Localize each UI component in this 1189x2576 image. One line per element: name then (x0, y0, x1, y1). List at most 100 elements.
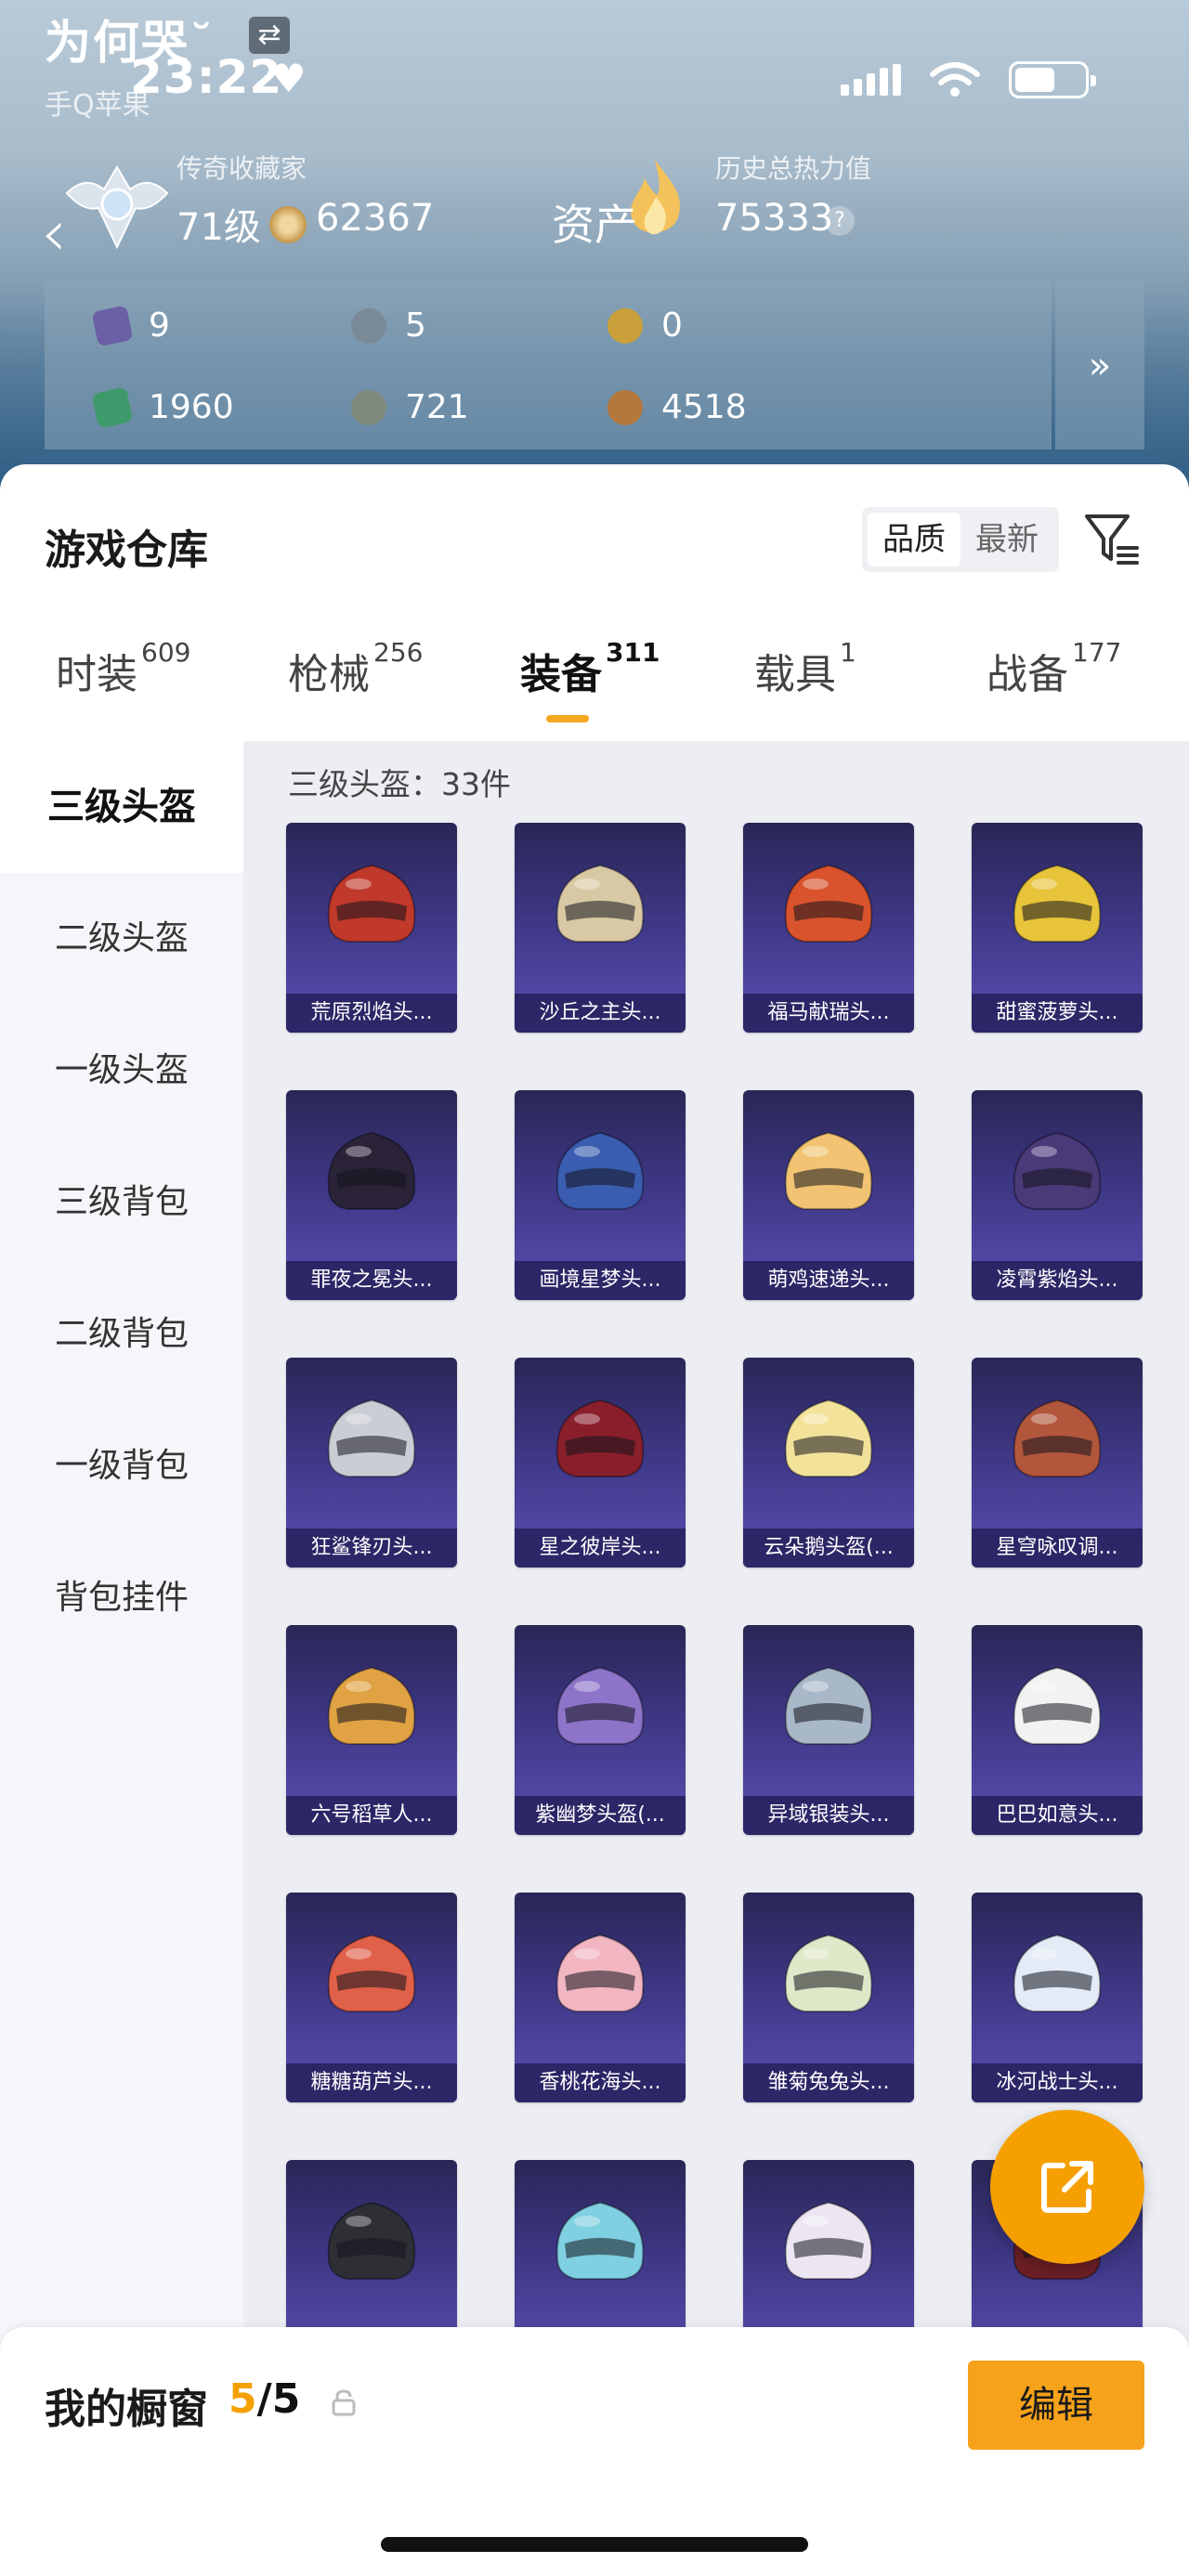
helmet-icon (555, 1933, 645, 2012)
helmet-item-name: 罪夜之冕头... (286, 1261, 457, 1300)
switch-account-icon[interactable]: ⇄ (249, 17, 290, 54)
side-item-level2-helmet[interactable]: 二级头盔 (0, 873, 243, 1005)
helmet-icon (555, 1666, 645, 1745)
helmet-item-card[interactable]: 六号稻草人... (286, 1625, 457, 1835)
power-value: 75333 (715, 197, 834, 240)
helmet-item-name: 六号稻草人... (286, 1796, 457, 1835)
tab-vehicles[interactable]: 载具 1 (754, 637, 856, 700)
tab-label: 战备 (986, 651, 1068, 698)
collection-points: 62367 (316, 197, 435, 240)
currency-item: 5 (351, 306, 426, 345)
side-item-level2-backpack[interactable]: 二级背包 (0, 1268, 243, 1400)
helmet-item-card[interactable]: 糖糖葫芦头... (286, 1893, 457, 2102)
tab-count: 311 (606, 637, 660, 668)
helmet-item-card[interactable]: 香桃花海头... (515, 1893, 686, 2102)
currency-item: 721 (351, 388, 469, 426)
back-button[interactable]: ‹ (41, 195, 67, 271)
helmet-item-card[interactable]: 荒原烈焰头... (286, 823, 457, 1033)
helmet-icon (1013, 1666, 1102, 1745)
rank-title: 传奇收藏家 (176, 153, 307, 184)
helmet-item-name: 甜蜜菠萝头... (972, 994, 1143, 1033)
helmet-item-card[interactable]: 星之彼岸头... (515, 1358, 686, 1568)
metal-medal-icon (351, 389, 386, 425)
share-button[interactable] (990, 2110, 1144, 2264)
warehouse-title: 游戏仓库 (45, 527, 208, 574)
legend-collector-badge-icon (65, 165, 169, 250)
currency-item: 4518 (608, 388, 747, 426)
sort-newest-button[interactable]: 最新 (960, 513, 1053, 566)
tab-battle-gear[interactable]: 战备 177 (986, 637, 1121, 700)
helmet-item-card[interactable]: 异域银装头... (743, 1625, 914, 1835)
battery-icon (1009, 61, 1096, 98)
helmet-icon (327, 1666, 416, 1745)
helmet-item-name: 云朵鹅头盔(... (743, 1529, 914, 1568)
tab-label: 枪械 (288, 651, 370, 698)
lock-icon (332, 2389, 356, 2416)
edit-showcase-button[interactable]: 编辑 (968, 2361, 1144, 2450)
currency-value: 0 (661, 306, 683, 345)
helmet-item-card[interactable]: 凌霄紫焰头... (972, 1090, 1143, 1300)
showcase-total: /5 (256, 2375, 301, 2423)
side-item-level1-helmet[interactable]: 一级头盔 (0, 1005, 243, 1137)
purple-card-icon (91, 304, 134, 347)
side-item-level3-backpack[interactable]: 三级背包 (0, 1137, 243, 1268)
helmet-item-card[interactable]: 画境星梦头... (515, 1090, 686, 1300)
currency-value: 4518 (661, 388, 747, 426)
helmet-icon (1013, 864, 1102, 943)
helmet-icon (327, 1131, 416, 1210)
helmet-item-card[interactable]: 巴巴如意头... (972, 1625, 1143, 1835)
heart-icon: ♥ (271, 56, 307, 101)
tab-fashion[interactable]: 时装 609 (56, 637, 190, 700)
status-indicators (841, 61, 1096, 98)
showcase-count: 5/5 (229, 2375, 300, 2423)
helmet-item-card[interactable]: 狂鲨锋刃头... (286, 1358, 457, 1568)
tab-count: 177 (1072, 637, 1122, 668)
side-item-backpack-charm[interactable]: 背包挂件 (0, 1532, 243, 1664)
currency-value: 9 (149, 306, 170, 345)
helmet-icon (327, 864, 416, 943)
tab-count: 609 (141, 637, 191, 668)
currency-item: 1960 (91, 385, 234, 429)
helmet-icon (555, 864, 645, 943)
bronze-coin-icon (608, 389, 643, 425)
side-item-level3-helmet[interactable]: 三级头盔 (0, 741, 243, 873)
helmet-item-card[interactable]: 星穹咏叹调... (972, 1358, 1143, 1568)
tab-equipment[interactable]: 装备 311 (520, 637, 660, 700)
collection-coin-icon (269, 206, 307, 243)
helmet-icon (1013, 1933, 1102, 2012)
helmet-item-card[interactable]: 沙丘之主头... (515, 823, 686, 1033)
home-indicator (381, 2537, 808, 2552)
helmet-icon (1013, 1399, 1102, 1477)
tab-label: 时装 (56, 651, 137, 698)
helmet-item-card[interactable]: 冰河战士头... (972, 1893, 1143, 2102)
helmet-item-card[interactable]: 萌鸡速递头... (743, 1090, 914, 1300)
sort-toggle: 品质 最新 (862, 507, 1059, 572)
side-item-level1-backpack[interactable]: 一级背包 (0, 1400, 243, 1532)
helmet-item-card[interactable]: 云朵鹅头盔(... (743, 1358, 914, 1568)
gold-coin-icon (608, 307, 643, 344)
filter-icon[interactable] (1081, 509, 1141, 568)
helmet-icon (784, 864, 873, 943)
helmet-item-name: 凌霄紫焰头... (972, 1261, 1143, 1300)
helmet-item-card[interactable]: 福马献瑞头... (743, 823, 914, 1033)
sort-quality-button[interactable]: 品质 (868, 513, 960, 566)
helmet-item-name: 画境星梦头... (515, 1261, 686, 1300)
tab-label: 装备 (520, 651, 602, 698)
currency-item: 9 (91, 304, 170, 347)
help-icon[interactable]: ? (825, 206, 855, 236)
profile-header: 为何哭˘ ⇄ 手Q苹果 23:22 ♥ ‹ 传奇收藏家 71级 62367 资产… (0, 0, 1189, 501)
helmet-item-name: 星穹咏叹调... (972, 1529, 1143, 1568)
tab-firearms[interactable]: 枪械 256 (288, 637, 423, 700)
helmet-icon (784, 1399, 873, 1477)
helmet-item-name: 糖糖葫芦头... (286, 2063, 457, 2102)
tab-count: 1 (840, 637, 856, 668)
helmet-item-card[interactable]: 罪夜之冕头... (286, 1090, 457, 1300)
helmet-icon (555, 2201, 645, 2280)
warehouse-sheet: 游戏仓库 品质 最新 时装 609 枪械 256 装备 311 载具 1 战备 177 三… (0, 464, 1189, 2576)
helmet-item-name: 福马献瑞头... (743, 994, 914, 1033)
helmet-item-card[interactable]: 紫幽梦头盔(... (515, 1625, 686, 1835)
currency-value: 721 (405, 388, 469, 426)
currency-more-button[interactable]: » (1055, 282, 1144, 449)
helmet-item-card[interactable]: 甜蜜菠萝头... (972, 823, 1143, 1033)
helmet-item-card[interactable]: 雏菊兔兔头... (743, 1893, 914, 2102)
